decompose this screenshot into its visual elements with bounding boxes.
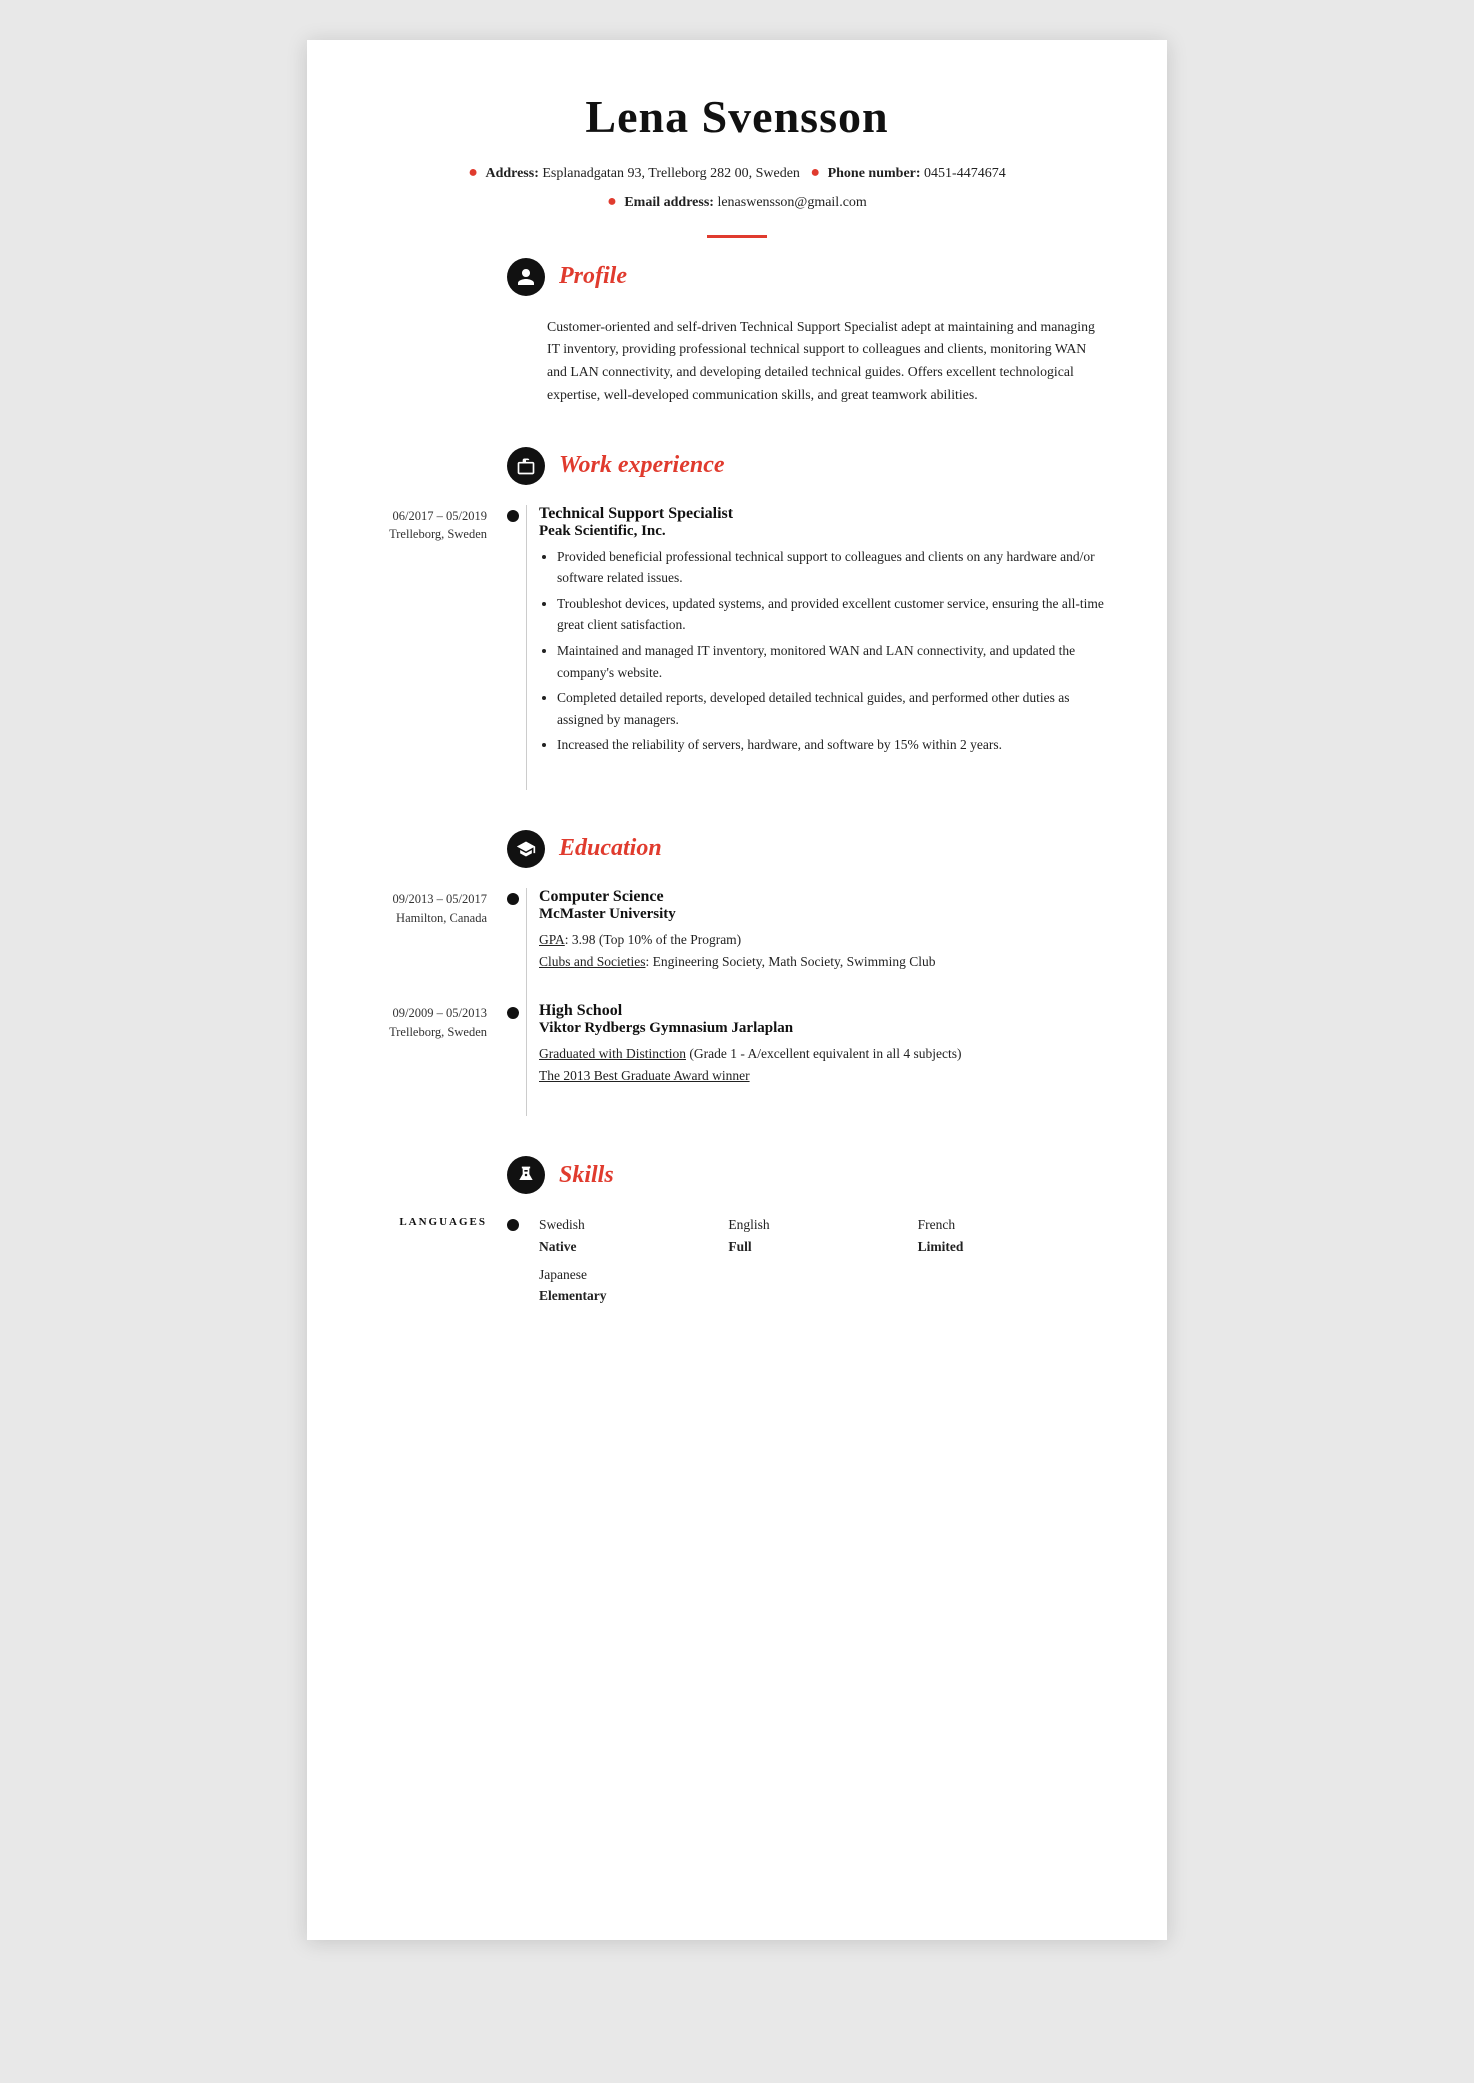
edu-detail-0: GPA: 3.98 (Top 10% of the Program) Clubs… [539, 929, 1107, 972]
bullet-0-0: Provided beneficial professional technic… [557, 546, 1107, 589]
work-dot-0 [507, 510, 519, 522]
profile-section: Profile Customer-oriented and self-drive… [367, 258, 1107, 407]
edu-content-0: Computer Science McMaster University GPA… [539, 888, 1107, 972]
work-timeline: 06/2017 – 05/2019 Trelleborg, Sweden Tec… [507, 505, 1107, 790]
skills-icon [507, 1156, 545, 1194]
profile-header: Profile [507, 258, 1107, 296]
lang-name-0: Swedish [539, 1217, 585, 1232]
header-divider [707, 235, 767, 238]
lang-level-3: Elementary [539, 1288, 606, 1303]
lang-name-1: English [728, 1217, 769, 1232]
contact-info: ● Address: Esplanadgatan 93, Trelleborg … [367, 159, 1107, 217]
bullet-0-3: Completed detailed reports, developed de… [557, 687, 1107, 730]
education-timeline: 09/2013 – 05/2017 Hamilton, Canada Compu… [507, 888, 1107, 1116]
skills-header: Skills [507, 1156, 1107, 1194]
skills-languages-row: LANGUAGES Swedish Native English Full Fr… [507, 1214, 1107, 1306]
lang-name-3: Japanese [539, 1267, 587, 1282]
person-icon [516, 267, 536, 287]
education-title: Education [559, 835, 662, 862]
skills-section: Skills LANGUAGES Swedish Native English … [367, 1156, 1107, 1306]
work-experience-section: Work experience 06/2017 – 05/2019 Trelle… [367, 447, 1107, 790]
profile-icon [507, 258, 545, 296]
work-experience-header: Work experience [507, 447, 1107, 485]
work-icon [507, 447, 545, 485]
languages-grid: Swedish Native English Full French Limit… [539, 1214, 1107, 1306]
resume-document: Lena Svensson ● Address: Esplanadgatan 9… [307, 40, 1167, 1940]
work-content-0: Technical Support Specialist Peak Scient… [539, 505, 1107, 760]
work-entries: 06/2017 – 05/2019 Trelleborg, Sweden Tec… [507, 505, 1107, 790]
job-title-0: Technical Support Specialist [539, 505, 1107, 523]
email-value: lenaswensson@gmail.com [717, 195, 866, 210]
institution-1: Viktor Rydbergs Gymnasium Jarlaplan [539, 1020, 1107, 1037]
award-1: The 2013 Best Graduate Award winner [539, 1068, 750, 1083]
work-date-0: 06/2017 – 05/2019 Trelleborg, Sweden [367, 505, 507, 760]
education-entry-1: 09/2009 – 05/2013 Trelleborg, Sweden Hig… [507, 1002, 1107, 1086]
grad-value-1: (Grade 1 - A/excellent equivalent in all… [686, 1046, 962, 1061]
degree-0: Computer Science [539, 888, 1107, 906]
education-section: Education 09/2013 – 05/2017 Hamilton, Ca… [367, 830, 1107, 1116]
company-0: Peak Scientific, Inc. [539, 523, 1107, 540]
edu-content-1: High School Viktor Rydbergs Gymnasium Ja… [539, 1002, 1107, 1086]
lang-0: Swedish Native [539, 1214, 728, 1257]
grad-label-1: Graduated with Distinction [539, 1046, 686, 1061]
edu-dot-1 [507, 1007, 519, 1019]
briefcase-icon [516, 456, 536, 476]
clubs-value-0: : Engineering Society, Math Society, Swi… [646, 954, 936, 969]
institution-0: McMaster University [539, 906, 1107, 923]
education-entries: 09/2013 – 05/2017 Hamilton, Canada Compu… [507, 888, 1107, 1116]
lang-1: English Full [728, 1214, 917, 1257]
flask-icon [516, 1165, 536, 1185]
bullet-0-2: Maintained and managed IT inventory, mon… [557, 640, 1107, 683]
work-bullets-0: Provided beneficial professional technic… [557, 546, 1107, 756]
email-label: Email address: [624, 195, 714, 210]
lang-3: Japanese Elementary [539, 1264, 728, 1307]
candidate-name: Lena Svensson [367, 90, 1107, 143]
edu-date-1: 09/2009 – 05/2013 Trelleborg, Sweden [367, 1002, 507, 1086]
lang-2: French Limited [918, 1214, 1107, 1257]
edu-detail-1: Graduated with Distinction (Grade 1 - A/… [539, 1043, 1107, 1086]
dot-phone: ● [810, 164, 820, 181]
clubs-label-0: Clubs and Societies [539, 954, 646, 969]
degree-1: High School [539, 1002, 1107, 1020]
lang-level-0: Native [539, 1239, 577, 1254]
resume-header: Lena Svensson ● Address: Esplanadgatan 9… [367, 90, 1107, 238]
education-entry-0: 09/2013 – 05/2017 Hamilton, Canada Compu… [507, 888, 1107, 972]
languages-dot [507, 1219, 519, 1231]
gpa-value-0: : 3.98 (Top 10% of the Program) [565, 932, 741, 947]
work-entry-0: 06/2017 – 05/2019 Trelleborg, Sweden Tec… [507, 505, 1107, 760]
profile-title: Profile [559, 263, 627, 290]
edu-dot-0 [507, 893, 519, 905]
lang-level-1: Full [728, 1239, 751, 1254]
phone-value: 0451-4474674 [924, 166, 1006, 181]
education-icon [507, 830, 545, 868]
dot-email: ● [607, 193, 617, 210]
bullet-0-4: Increased the reliability of servers, ha… [557, 734, 1107, 756]
edu-date-0: 09/2013 – 05/2017 Hamilton, Canada [367, 888, 507, 972]
graduation-icon [516, 839, 536, 859]
bullet-0-1: Troubleshot devices, updated systems, an… [557, 593, 1107, 636]
address-value: Esplanadgatan 93, Trelleborg 282 00, Swe… [542, 166, 800, 181]
languages-content: Swedish Native English Full French Limit… [539, 1214, 1107, 1306]
skills-title: Skills [559, 1162, 614, 1189]
address-label: Address: [485, 166, 538, 181]
phone-label: Phone number: [828, 166, 921, 181]
work-title: Work experience [559, 452, 725, 479]
lang-name-2: French [918, 1217, 956, 1232]
education-header: Education [507, 830, 1107, 868]
profile-text: Customer-oriented and self-driven Techni… [547, 316, 1107, 407]
gpa-label-0: GPA [539, 932, 565, 947]
languages-label: LANGUAGES [367, 1214, 507, 1228]
dot-address: ● [468, 164, 478, 181]
lang-level-2: Limited [918, 1239, 964, 1254]
